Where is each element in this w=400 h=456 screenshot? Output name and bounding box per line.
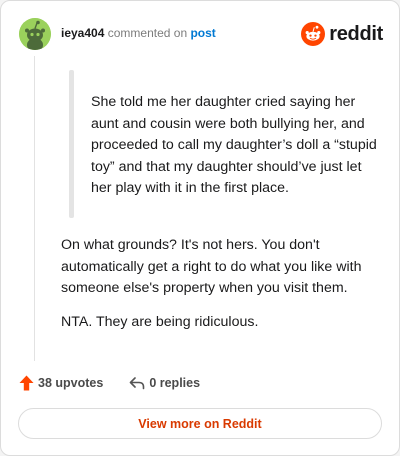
view-more-button[interactable]: View more on Reddit xyxy=(18,408,382,439)
thread-line xyxy=(34,56,35,361)
snoo-avatar-icon xyxy=(19,18,51,50)
action-text: commented on xyxy=(107,26,188,40)
username-link[interactable]: ieya404 xyxy=(61,26,104,40)
reply-count: 0 replies xyxy=(149,376,201,390)
comment-header: ieya404 commented on post reddit xyxy=(19,18,383,50)
comment-paragraph: On what grounds? It's not hers. You don'… xyxy=(61,237,362,297)
upvote-count: 38 upvotes xyxy=(38,376,104,390)
comment-actions: 38 upvotes 0 replies xyxy=(19,373,200,393)
reddit-wordmark: reddit xyxy=(329,22,383,45)
reddit-logo-icon xyxy=(301,22,326,46)
reply-arrow-icon xyxy=(130,377,145,390)
post-link[interactable]: post xyxy=(190,26,215,40)
reddit-logo[interactable]: reddit xyxy=(301,20,383,48)
comment-embed-card: ieya404 commented on post reddit She tol… xyxy=(0,0,400,456)
replies-button[interactable]: 0 replies xyxy=(129,376,200,390)
upvote-arrow-icon xyxy=(19,375,34,391)
comment-paragraph: NTA. They are being ridiculous. xyxy=(61,314,259,330)
blockquote-text: She told me her daughter cried saying he… xyxy=(91,94,377,197)
quote-bar xyxy=(69,70,74,218)
upvote-button[interactable]: 38 upvotes xyxy=(19,375,103,391)
user-avatar[interactable] xyxy=(19,18,51,50)
comment-meta: ieya404 commented on post xyxy=(61,26,216,40)
